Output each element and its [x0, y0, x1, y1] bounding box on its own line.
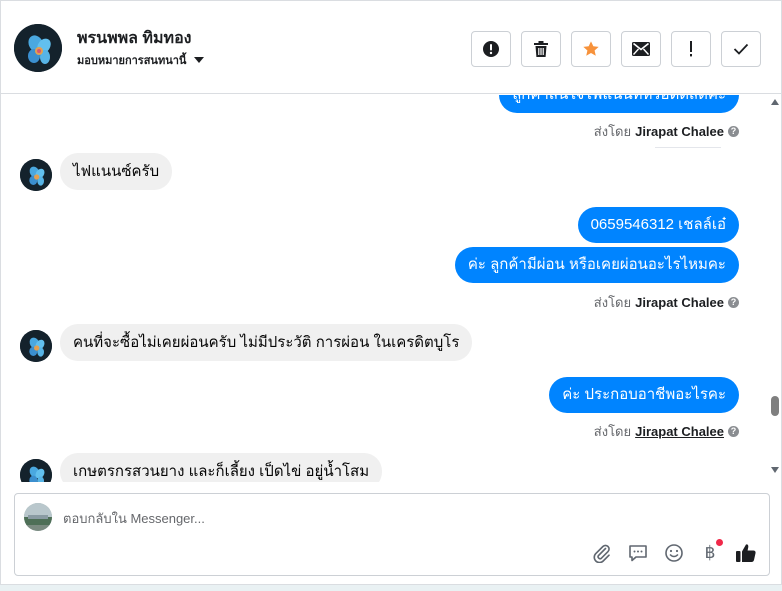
like-button[interactable]	[735, 542, 757, 564]
scroll-down-arrow-icon[interactable]	[771, 467, 779, 473]
messenger-conversation-panel: พรนพพล ทิมทอง มอบหมายการสนทนานี้ ส่งโดย …	[0, 0, 782, 585]
outgoing-message[interactable]: ค่ะ ลูกค้ามีผ่อน หรือเคยผ่อนอะไรไหมคะ	[454, 247, 739, 283]
incoming-message[interactable]: คนที่จะซื้อไม่เคยผ่อนครับ ไม่มีประวัติ ก…	[60, 324, 473, 361]
sender-name[interactable]: Jirapat Chalee	[635, 295, 724, 310]
divider	[655, 147, 721, 148]
mark-unread-button[interactable]	[621, 31, 661, 67]
scrollbar-thumb[interactable]	[771, 396, 779, 416]
thumbs-up-icon	[736, 544, 756, 562]
emoji-button[interactable]	[663, 542, 685, 564]
message-thread: ลูกค้าสนใจไฟแนนท์หรือตัดสดคะ ส่งโดย Jira…	[1, 95, 767, 482]
star-button[interactable]	[571, 31, 611, 67]
outgoing-message[interactable]: 0659546312 เชลล์เอ๋	[577, 207, 739, 243]
envelope-icon	[632, 42, 650, 56]
sent-by-prefix: ส่งโดย	[593, 295, 632, 310]
contact-mini-avatar	[20, 159, 52, 191]
reply-input[interactable]	[63, 508, 663, 528]
delete-button[interactable]	[521, 31, 561, 67]
saved-reply-icon	[629, 545, 647, 562]
attach-button[interactable]	[591, 542, 613, 564]
exclamation-icon	[690, 41, 692, 57]
composer-tools: ฿	[591, 539, 757, 564]
payment-button[interactable]: ฿	[699, 539, 723, 564]
sent-by-prefix: ส่งโดย	[593, 124, 632, 139]
star-icon	[583, 41, 599, 56]
assign-label: มอบหมายการสนทนานี้	[77, 55, 187, 67]
contact-avatar[interactable]	[14, 24, 62, 72]
conversation-header: พรนพพล ทิมทอง มอบหมายการสนทนานี้	[1, 1, 781, 94]
help-icon[interactable]: ?	[728, 126, 739, 137]
contact-mini-avatar	[20, 330, 52, 362]
sent-by-label: ส่งโดย Jirapat Chalee ?	[594, 421, 739, 442]
conversation-actions	[471, 31, 761, 67]
mark-done-button[interactable]	[721, 31, 761, 67]
caret-down-icon	[194, 57, 205, 63]
emoji-icon	[665, 544, 683, 562]
contact-name: พรนพพล ทิมทอง	[77, 30, 192, 47]
paperclip-icon	[593, 544, 610, 563]
sent-by-prefix: ส่งโดย	[593, 424, 632, 439]
sender-name[interactable]: Jirapat Chalee	[635, 424, 724, 439]
baht-payment-icon: ฿	[704, 543, 716, 563]
reply-composer: ฿	[14, 493, 770, 576]
sent-by-label: ส่งโดย Jirapat Chalee ?	[594, 121, 739, 142]
contact-mini-avatar	[20, 459, 52, 482]
mark-spam-button[interactable]	[471, 31, 511, 67]
check-icon	[733, 43, 749, 55]
sender-name[interactable]: Jirapat Chalee	[635, 124, 724, 139]
sent-by-label: ส่งโดย Jirapat Chalee ?	[594, 292, 739, 313]
window-bottom-edge	[0, 585, 782, 591]
incoming-message[interactable]: ไฟแนนซ์ครับ	[60, 153, 173, 190]
outgoing-message[interactable]: ค่ะ ประกอบอาชีพอะไรคะ	[549, 377, 739, 413]
page-avatar	[24, 503, 52, 531]
trash-icon	[534, 41, 548, 57]
help-icon[interactable]: ?	[728, 426, 739, 437]
flag-button[interactable]	[671, 31, 711, 67]
scroll-up-arrow-icon[interactable]	[771, 99, 779, 105]
outgoing-message[interactable]: ลูกค้าสนใจไฟแนนท์หรือตัดสดคะ	[499, 95, 739, 113]
assign-conversation-dropdown[interactable]: มอบหมายการสนทนานี้	[77, 51, 205, 69]
incoming-message[interactable]: เกษตรกรสวนยาง และก็เลี้ยง เป็ดไข่ อยู่น้…	[60, 453, 383, 482]
help-icon[interactable]: ?	[728, 297, 739, 308]
alert-circle-icon	[483, 41, 499, 57]
notification-dot	[716, 539, 723, 546]
saved-reply-button[interactable]	[627, 542, 649, 564]
